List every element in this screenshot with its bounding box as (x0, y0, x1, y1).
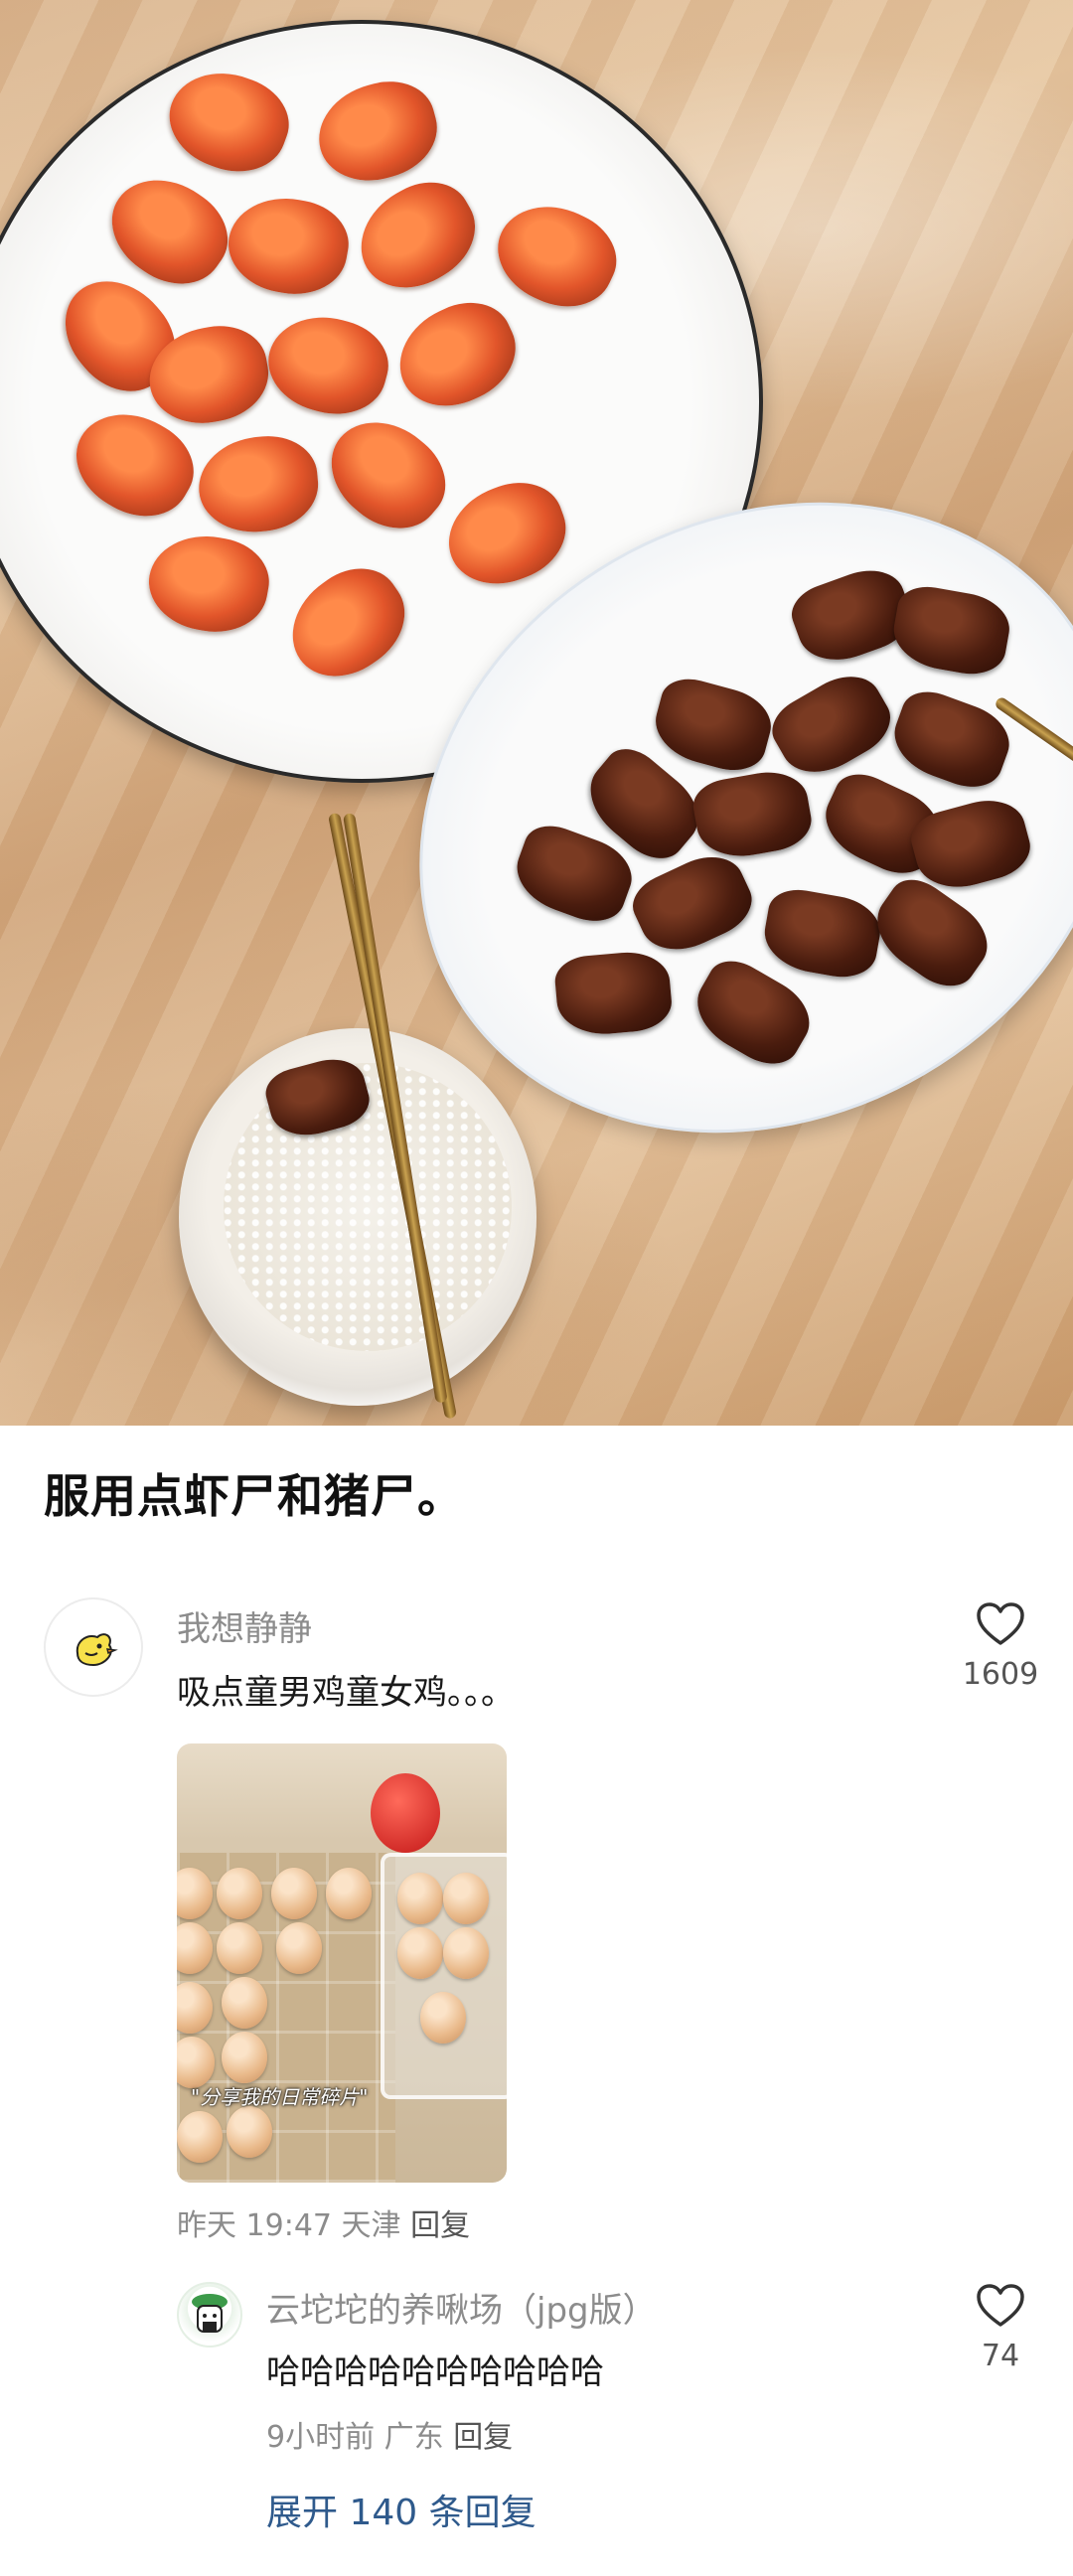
character-avatar-icon (192, 2294, 228, 2333)
reply-button[interactable]: 回复 (410, 2208, 470, 2243)
post-image[interactable] (0, 0, 1073, 1426)
reply-button[interactable]: 回复 (453, 2420, 513, 2455)
like-count: 1609 (962, 1657, 1039, 1692)
expand-replies-link[interactable]: 展开 140 条回复 (266, 2484, 536, 2535)
chick-avatar-icon (76, 1633, 118, 1667)
heart-outline-icon (977, 2284, 1024, 2327)
reply-location: 广东 (383, 2420, 444, 2455)
reply-username[interactable]: 云坨坨的养啾场（jpg版） (266, 2283, 657, 2332)
comment-time: 昨天 19:47 (177, 2208, 332, 2243)
comment-location: 天津 (341, 2208, 401, 2243)
heart-outline-icon (977, 1602, 1024, 1645)
reply-meta: 9小时前 广东 回复 (266, 2412, 513, 2456)
like-button[interactable]: 1609 (946, 1601, 1055, 1692)
image-caption: "分享我的日常碎片" (191, 2085, 369, 2109)
like-count: 74 (981, 2339, 1020, 2373)
comment-text: 吸点童男鸡童女鸡。。。 (177, 1673, 515, 1713)
comment-meta: 昨天 19:47 天津 回复 (177, 2200, 470, 2244)
commenter-avatar[interactable] (44, 1597, 143, 1697)
reply-text: 哈哈哈哈哈哈哈哈哈哈 (266, 2352, 604, 2392)
reply-avatar[interactable] (177, 2282, 242, 2348)
post-page: 服用点虾尸和猪尸。 我想静静 吸点童男鸡童女鸡。。。 1609 "分享我的日常碎… (0, 0, 1073, 2576)
post-title: 服用点虾尸和猪尸。 (44, 1469, 464, 1523)
reply-time: 9小时前 (266, 2420, 376, 2455)
comment-username[interactable]: 我想静静 (177, 1601, 312, 1650)
comment-image[interactable]: "分享我的日常碎片" (177, 1743, 507, 2183)
reply-like-button[interactable]: 74 (946, 2283, 1055, 2373)
